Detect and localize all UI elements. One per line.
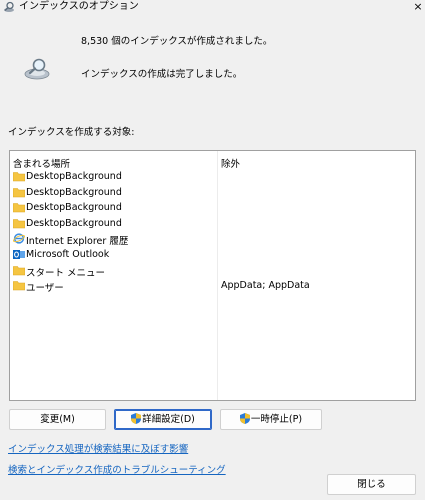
close-button[interactable]: 閉じる [327,474,416,495]
location-name: Internet Explorer 履歴 [26,236,129,248]
title-bar: インデックスのオプション × [0,0,425,14]
pause-button[interactable]: 一時停止(P) [220,409,322,430]
included-locations-list[interactable]: 含まれる場所 除外 DesktopBackground DesktopBackgr… [9,150,416,401]
folder-icon [12,171,26,182]
outlook-icon [13,249,25,260]
location-name: DesktopBackground [26,171,122,182]
close-button-label: 閉じる [357,479,386,490]
exclude-value: AppData; AppData [221,280,310,292]
included-locations-label: インデックスを作成する対象: [8,127,135,138]
indexed-count-text: 8,530 個のインデックスが作成されました。 [81,36,273,47]
list-item[interactable]: スタート メニュー [10,263,415,279]
list-item[interactable]: DesktopBackground [10,169,415,185]
close-window-button[interactable]: × [411,0,425,14]
list-item[interactable]: DesktopBackground [10,185,415,201]
uac-shield-icon [239,413,250,424]
advanced-button[interactable]: 詳細設定(D) [114,409,212,430]
pause-button-label: 一時停止(P) [250,414,303,425]
folder-icon [12,202,26,213]
location-rows: DesktopBackground DesktopBackground Deskto… [10,169,415,294]
search-effect-link[interactable]: インデックス処理が検索結果に及ぼす影響 [8,441,188,455]
indexing-options-icon [4,1,14,12]
indexing-complete-text: インデックスの作成は完了しました。 [81,69,243,80]
folder-icon [12,187,26,198]
location-name: DesktopBackground [26,202,122,214]
location-name: Microsoft Outlook [26,248,110,260]
list-item[interactable]: DesktopBackground [10,200,415,216]
close-icon: × [413,0,423,13]
column-header-exclude[interactable]: 除外 [221,156,240,170]
list-item[interactable]: Internet Explorer 履歴 [10,231,415,247]
list-item[interactable]: DesktopBackground [10,216,415,232]
location-name: DesktopBackground [26,186,122,198]
location-name: DesktopBackground [26,217,122,229]
location-name: ユーザー [26,283,64,295]
list-item[interactable]: ユーザー AppData; AppData [10,278,415,294]
indexing-status-icon [24,58,50,80]
advanced-button-label: 詳細設定(D) [142,414,195,425]
list-item[interactable]: Microsoft Outlook [10,247,415,263]
troubleshoot-link[interactable]: 検索とインデックス作成のトラブルシューティング [8,462,226,476]
location-name: スタート メニュー [26,267,106,279]
list-header: 含まれる場所 除外 [10,151,415,170]
folder-icon [12,280,26,291]
internet-explorer-icon [13,233,25,245]
folder-icon [12,265,26,276]
window-title: インデックスのオプション [19,1,139,12]
modify-button-label: 変更(M) [40,414,75,425]
column-header-included-locations[interactable]: 含まれる場所 [13,156,70,170]
uac-shield-icon [131,413,142,424]
folder-icon [12,218,26,229]
modify-button[interactable]: 変更(M) [9,409,106,430]
